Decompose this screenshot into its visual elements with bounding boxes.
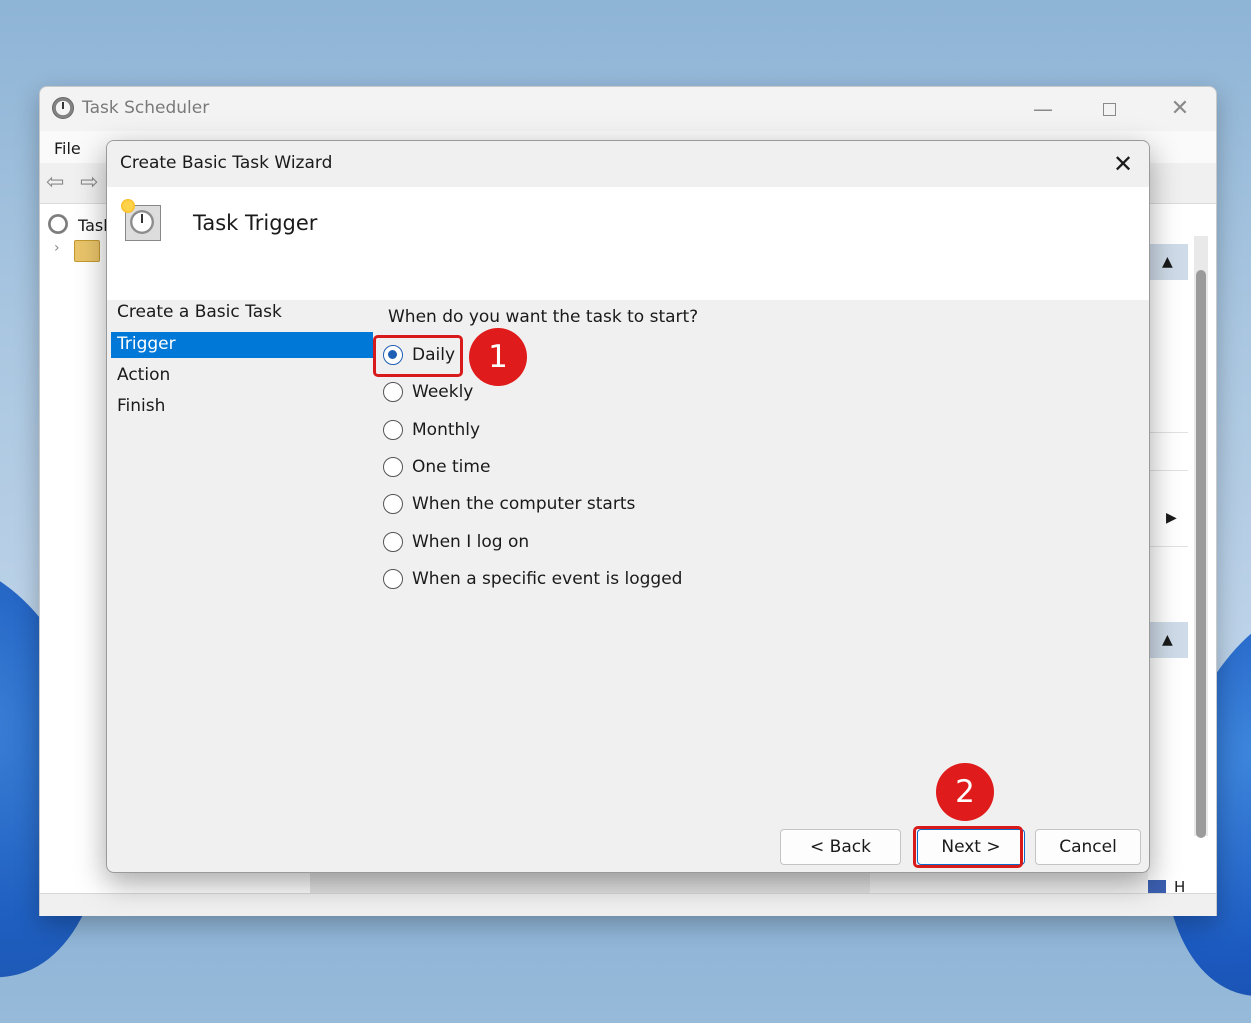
wizard-page-title: Task Trigger bbox=[193, 211, 318, 235]
scrollbar-thumb[interactable] bbox=[1196, 270, 1206, 838]
caret-right-icon[interactable]: ▶ bbox=[1166, 510, 1177, 526]
radio-computer-starts[interactable] bbox=[383, 494, 403, 514]
divider bbox=[1148, 546, 1188, 547]
close-window-button[interactable]: ✕ bbox=[1157, 93, 1203, 125]
minimize-button[interactable]: — bbox=[1020, 93, 1066, 125]
step-badge-1: 1 bbox=[469, 328, 527, 386]
folder-icon[interactable] bbox=[74, 240, 100, 262]
highlight-daily bbox=[373, 335, 463, 377]
step-create-basic-task[interactable]: Create a Basic Task bbox=[111, 300, 373, 326]
wizard-close-button[interactable]: ✕ bbox=[1105, 147, 1141, 181]
trigger-question: When do you want the task to start? bbox=[388, 307, 699, 327]
radio-monthly[interactable] bbox=[383, 420, 403, 440]
menu-file[interactable]: File bbox=[54, 139, 81, 158]
option-label: Monthly bbox=[412, 420, 481, 440]
option-one-time[interactable]: One time bbox=[383, 453, 863, 483]
step-trigger[interactable]: Trigger bbox=[111, 332, 373, 358]
caret-up-icon: ▲ bbox=[1162, 632, 1173, 648]
status-bar bbox=[40, 893, 1216, 916]
divider bbox=[1148, 432, 1188, 433]
option-monthly[interactable]: Monthly bbox=[383, 416, 863, 446]
option-weekly[interactable]: Weekly bbox=[383, 378, 863, 408]
step-action[interactable]: Action bbox=[111, 363, 373, 389]
create-basic-task-wizard: Create Basic Task Wizard ✕ Task Trigger … bbox=[106, 140, 1150, 873]
task-scheduler-titlebar: Task Scheduler — ✕ bbox=[40, 87, 1216, 131]
wizard-steps-list: Create a Basic Task Trigger Action Finis… bbox=[111, 300, 375, 860]
actions-section-header[interactable]: ▲ bbox=[1148, 244, 1188, 280]
option-label: When the computer starts bbox=[412, 494, 636, 514]
back-button[interactable]: < Back bbox=[780, 829, 901, 865]
option-computer-starts[interactable]: When the computer starts bbox=[383, 490, 863, 520]
wizard-header: Task Trigger bbox=[107, 187, 1149, 300]
chevron-right-icon[interactable]: › bbox=[54, 240, 60, 256]
maximize-button[interactable] bbox=[1086, 93, 1132, 125]
radio-log-on[interactable] bbox=[383, 532, 403, 552]
cancel-button[interactable]: Cancel bbox=[1035, 829, 1141, 865]
step-finish[interactable]: Finish bbox=[111, 394, 373, 420]
back-arrow-icon[interactable]: ⇦ bbox=[46, 172, 72, 194]
wizard-titlebar: Create Basic Task Wizard ✕ bbox=[107, 141, 1149, 187]
option-event-logged[interactable]: When a specific event is logged bbox=[383, 565, 863, 595]
highlight-next bbox=[913, 826, 1023, 868]
option-label: When I log on bbox=[412, 532, 530, 552]
caret-up-icon: ▲ bbox=[1162, 254, 1173, 270]
help-icon[interactable] bbox=[1148, 880, 1166, 894]
selected-item-section-header[interactable]: ▲ bbox=[1148, 622, 1188, 658]
radio-event-logged[interactable] bbox=[383, 569, 403, 589]
step-badge-2: 2 bbox=[936, 763, 994, 821]
wizard-title: Create Basic Task Wizard bbox=[120, 153, 333, 173]
option-label: One time bbox=[412, 457, 491, 477]
actions-panel: ▲ ▶ ▲ H bbox=[1148, 204, 1216, 896]
task-trigger-clock-icon bbox=[121, 199, 161, 241]
radio-one-time[interactable] bbox=[383, 457, 403, 477]
option-log-on[interactable]: When I log on bbox=[383, 528, 863, 558]
window-title: Task Scheduler bbox=[82, 98, 210, 118]
radio-weekly[interactable] bbox=[383, 382, 403, 402]
option-label: When a specific event is logged bbox=[412, 569, 683, 589]
option-label: Weekly bbox=[412, 382, 474, 402]
clock-icon bbox=[52, 97, 74, 119]
divider bbox=[1148, 470, 1188, 471]
forward-arrow-icon[interactable]: ⇨ bbox=[80, 172, 106, 194]
maximize-icon bbox=[1102, 103, 1116, 116]
clock-icon bbox=[48, 214, 68, 234]
